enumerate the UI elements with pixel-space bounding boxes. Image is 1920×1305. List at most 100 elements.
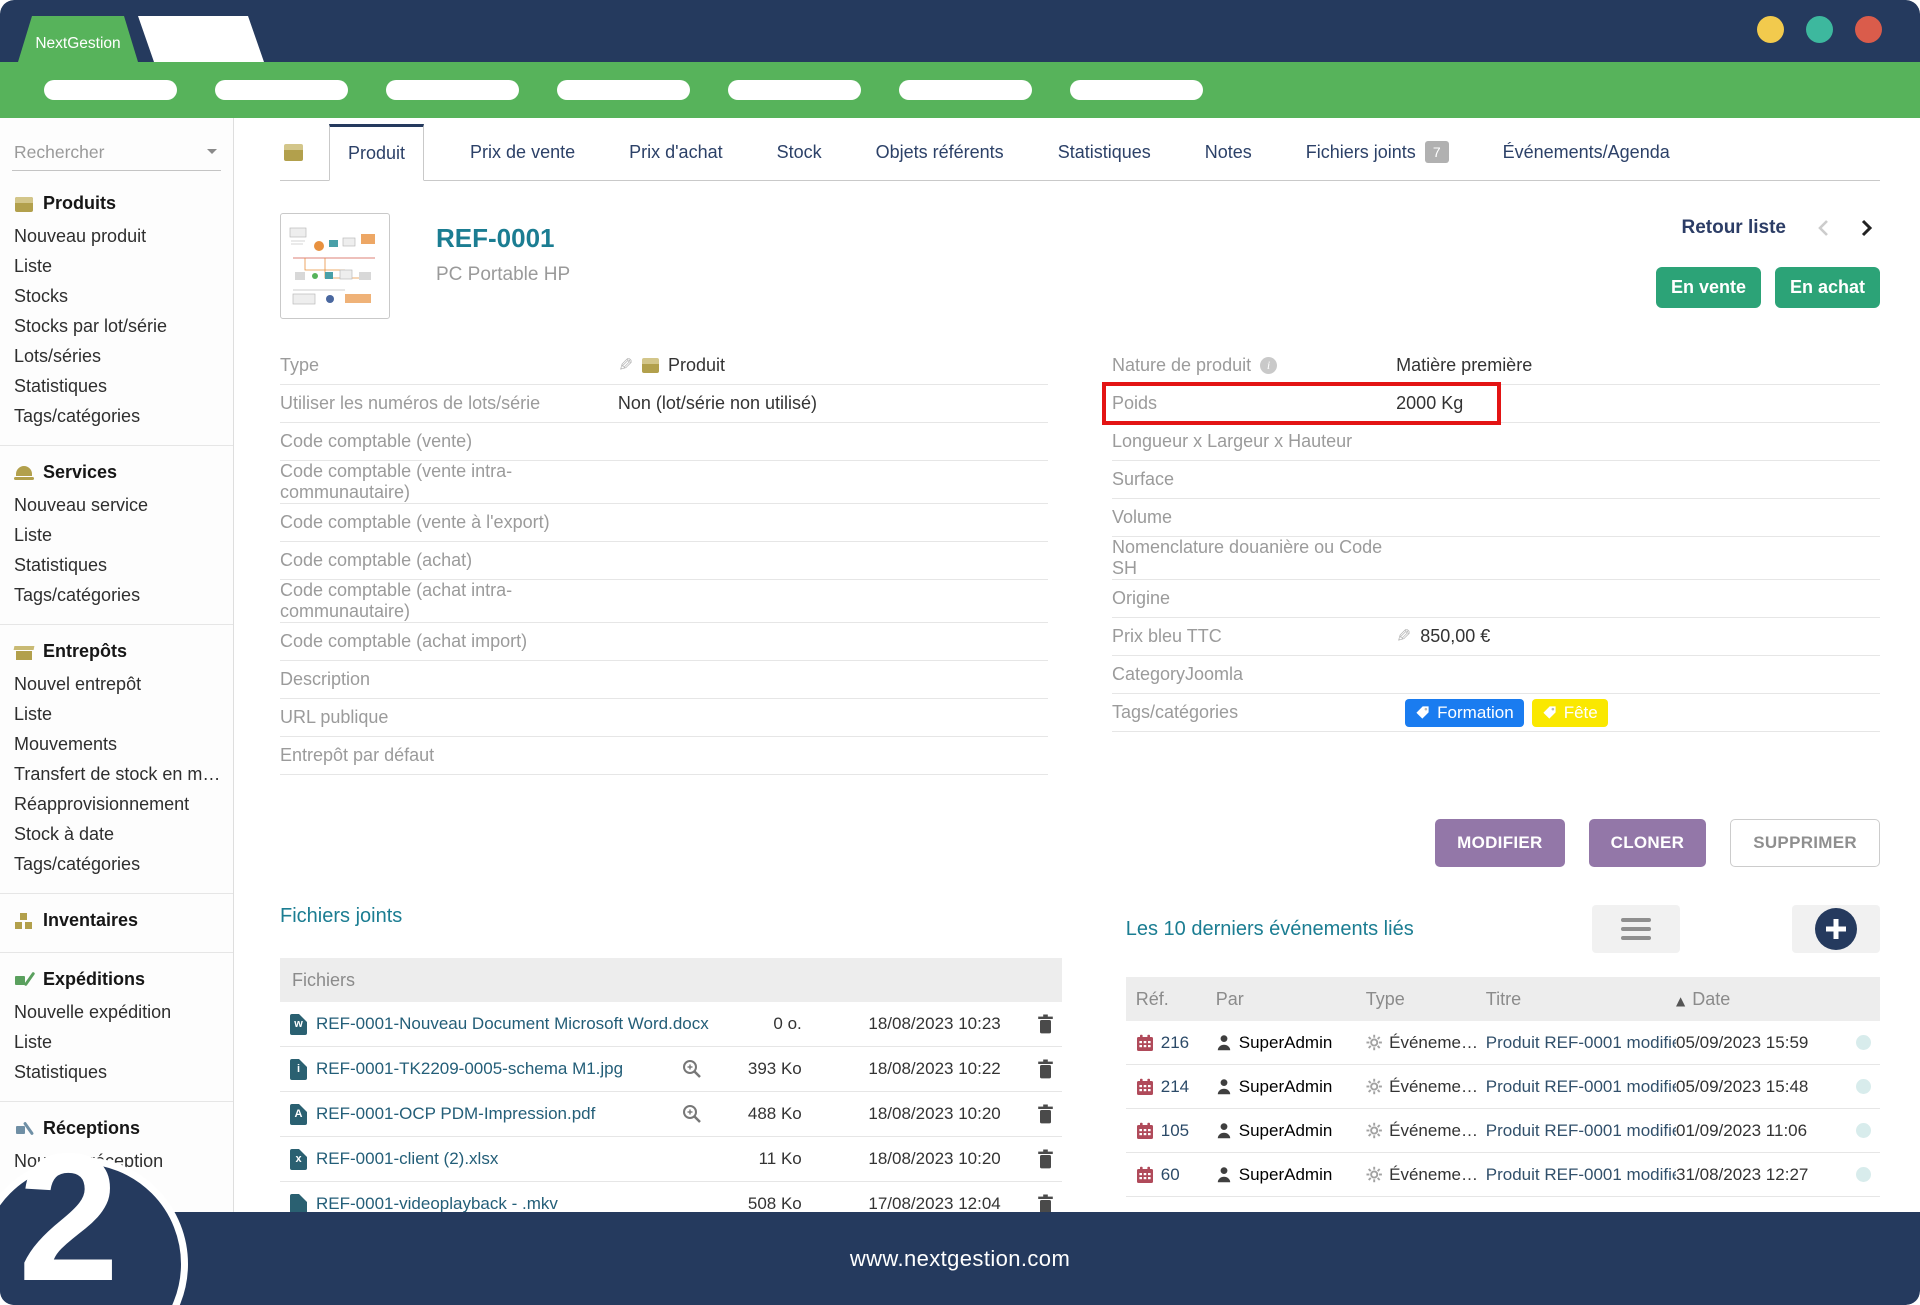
- event-ref-link[interactable]: 214: [1161, 1077, 1189, 1097]
- modify-button[interactable]: MODIFIER: [1435, 819, 1565, 867]
- clone-button[interactable]: CLONER: [1589, 819, 1707, 867]
- sidebar-item[interactable]: Nouveau produit: [14, 221, 233, 251]
- field-label: Code comptable (achat): [280, 550, 618, 571]
- chevron-right-icon[interactable]: [1860, 218, 1874, 238]
- sidebar-item[interactable]: Statistiques: [14, 1057, 233, 1087]
- chevron-down-icon[interactable]: [207, 149, 217, 159]
- file-link[interactable]: REF-0001-Nouveau Document Microsoft Word…: [316, 1014, 709, 1034]
- sidebar-item[interactable]: Liste: [14, 251, 233, 281]
- sidebar-item[interactable]: Liste: [14, 520, 233, 550]
- sidebar-item[interactable]: Liste: [14, 1027, 233, 1057]
- on-purchase-badge[interactable]: En achat: [1775, 267, 1880, 308]
- delete-file-icon[interactable]: [1010, 1059, 1062, 1079]
- delete-button[interactable]: SUPPRIMER: [1730, 819, 1880, 867]
- event-ref-cell: 60: [1136, 1165, 1216, 1185]
- chevron-left-icon[interactable]: [1816, 218, 1830, 238]
- sidebar-item[interactable]: Statistiques: [14, 550, 233, 580]
- sidebar-item[interactable]: Tags/catégories: [14, 849, 233, 879]
- details-right-column: Nature de produit Matière première: [1112, 347, 1880, 775]
- footer: www.nextgestion.com: [0, 1212, 1920, 1305]
- delete-file-icon[interactable]: [1010, 1194, 1062, 1212]
- sidebar-item[interactable]: Tags/catégories: [14, 401, 233, 431]
- secondary-tab[interactable]: [136, 16, 264, 62]
- list-menu-button[interactable]: [1592, 905, 1680, 953]
- event-ref-link[interactable]: 105: [1161, 1121, 1189, 1141]
- tab[interactable]: Produit: [329, 124, 424, 181]
- nav-pill-placeholder[interactable]: [44, 80, 177, 100]
- sidebar-item[interactable]: Lots/séries: [14, 341, 233, 371]
- detail-row: Utiliser les numéros de lots/série Non (…: [280, 385, 1048, 423]
- sidebar-item[interactable]: Nouveau service: [14, 490, 233, 520]
- event-status-cell: [1856, 1123, 1880, 1138]
- nav-pill-placeholder[interactable]: [1070, 80, 1203, 100]
- field-label-text: Poids: [1112, 393, 1157, 414]
- field-label: Poids: [1112, 393, 1396, 414]
- tab[interactable]: Prix d'achat: [625, 124, 726, 180]
- tab[interactable]: Objets référents: [872, 124, 1008, 180]
- field-label-text: Surface: [1112, 469, 1174, 490]
- preview-zoom-icon[interactable]: [681, 1058, 709, 1080]
- tag-badge[interactable]: Formation: [1405, 699, 1524, 727]
- sidebar-section-header[interactable]: Produits: [14, 193, 233, 214]
- field-label: Utiliser les numéros de lots/série: [280, 393, 618, 414]
- nav-pill-placeholder[interactable]: [386, 80, 519, 100]
- file-link[interactable]: REF-0001-videoplayback - .mkv: [316, 1194, 709, 1212]
- nav-pill-placeholder[interactable]: [557, 80, 690, 100]
- sidebar-item[interactable]: Liste: [14, 699, 233, 729]
- file-link[interactable]: REF-0001-client (2).xlsx: [316, 1149, 709, 1169]
- back-to-list-link[interactable]: Retour liste: [1681, 217, 1786, 239]
- sidebar-item[interactable]: Nouvel entrepôt: [14, 669, 233, 699]
- event-ref-link[interactable]: 60: [1161, 1165, 1180, 1185]
- info-icon[interactable]: [1260, 357, 1277, 374]
- tab[interactable]: Événements/Agenda: [1499, 124, 1674, 180]
- file-link[interactable]: REF-0001-OCP PDM-Impression.pdf: [316, 1104, 672, 1124]
- sidebar-item[interactable]: Transfert de stock en ma…: [14, 759, 233, 789]
- delete-file-icon[interactable]: [1010, 1104, 1062, 1124]
- tab[interactable]: Prix de vente: [466, 124, 579, 180]
- add-event-button[interactable]: [1815, 908, 1857, 950]
- delete-file-icon[interactable]: [1010, 1149, 1062, 1169]
- product-thumbnail[interactable]: [280, 213, 390, 319]
- event-ref-link[interactable]: 216: [1161, 1033, 1189, 1053]
- sidebar-item[interactable]: Mouvements: [14, 729, 233, 759]
- detail-row: Tags/catégories Formation: [1112, 694, 1880, 732]
- tag-badge[interactable]: Fête: [1532, 699, 1608, 727]
- on-sale-badge[interactable]: En vente: [1656, 267, 1761, 308]
- tab[interactable]: Fichiers joints 7: [1302, 124, 1453, 180]
- window-dot-green[interactable]: [1806, 16, 1833, 43]
- delete-file-icon[interactable]: [1010, 1014, 1062, 1034]
- sort-date-header[interactable]: Date: [1676, 989, 1856, 1010]
- tab[interactable]: Statistiques: [1054, 124, 1155, 180]
- file-link[interactable]: REF-0001-TK2209-0005-schema M1.jpg: [316, 1059, 672, 1079]
- sidebar-section-header[interactable]: Entrepôts: [14, 641, 233, 662]
- sidebar-item[interactable]: Nouvelle expédition: [14, 997, 233, 1027]
- events-panel: Les 10 derniers événements liés Réf. Par…: [1126, 905, 1880, 1212]
- window-dot-red[interactable]: [1855, 16, 1882, 43]
- preview-zoom-icon[interactable]: [681, 1103, 709, 1125]
- detail-row: Code comptable (vente à l'export): [280, 504, 1048, 542]
- search-input[interactable]: [12, 134, 221, 170]
- edit-pencil-icon[interactable]: [1396, 626, 1411, 647]
- tab[interactable]: Notes: [1201, 124, 1256, 180]
- sidebar-item[interactable]: Stocks par lot/série: [14, 311, 233, 341]
- nav-pill-placeholder[interactable]: [899, 80, 1032, 100]
- event-ref-cell: 105: [1136, 1121, 1216, 1141]
- sidebar-section-header[interactable]: Inventaires: [14, 910, 233, 931]
- sidebar-section-header[interactable]: Expéditions: [14, 969, 233, 990]
- sidebar-item[interactable]: Statistiques: [14, 371, 233, 401]
- tab[interactable]: Stock: [773, 124, 826, 180]
- sidebar-item[interactable]: Réapprovisionnement: [14, 789, 233, 819]
- window-dot-yellow[interactable]: [1757, 16, 1784, 43]
- nav-pill-placeholder[interactable]: [728, 80, 861, 100]
- file-type-icon: A: [290, 1104, 307, 1125]
- brand-tab[interactable]: NextGestion: [18, 16, 138, 62]
- sidebar-section-header[interactable]: Services: [14, 462, 233, 483]
- sidebar-item[interactable]: Tags/catégories: [14, 580, 233, 610]
- action-buttons: MODIFIER CLONER SUPPRIMER: [280, 819, 1880, 867]
- sidebar-item[interactable]: Stocks: [14, 281, 233, 311]
- edit-pencil-icon[interactable]: [618, 355, 633, 376]
- nav-pill-placeholder[interactable]: [215, 80, 348, 100]
- field-label-text: Tags/catégories: [1112, 702, 1238, 723]
- sidebar-item[interactable]: Stock à date: [14, 819, 233, 849]
- event-type-text: Événement...: [1389, 1077, 1486, 1097]
